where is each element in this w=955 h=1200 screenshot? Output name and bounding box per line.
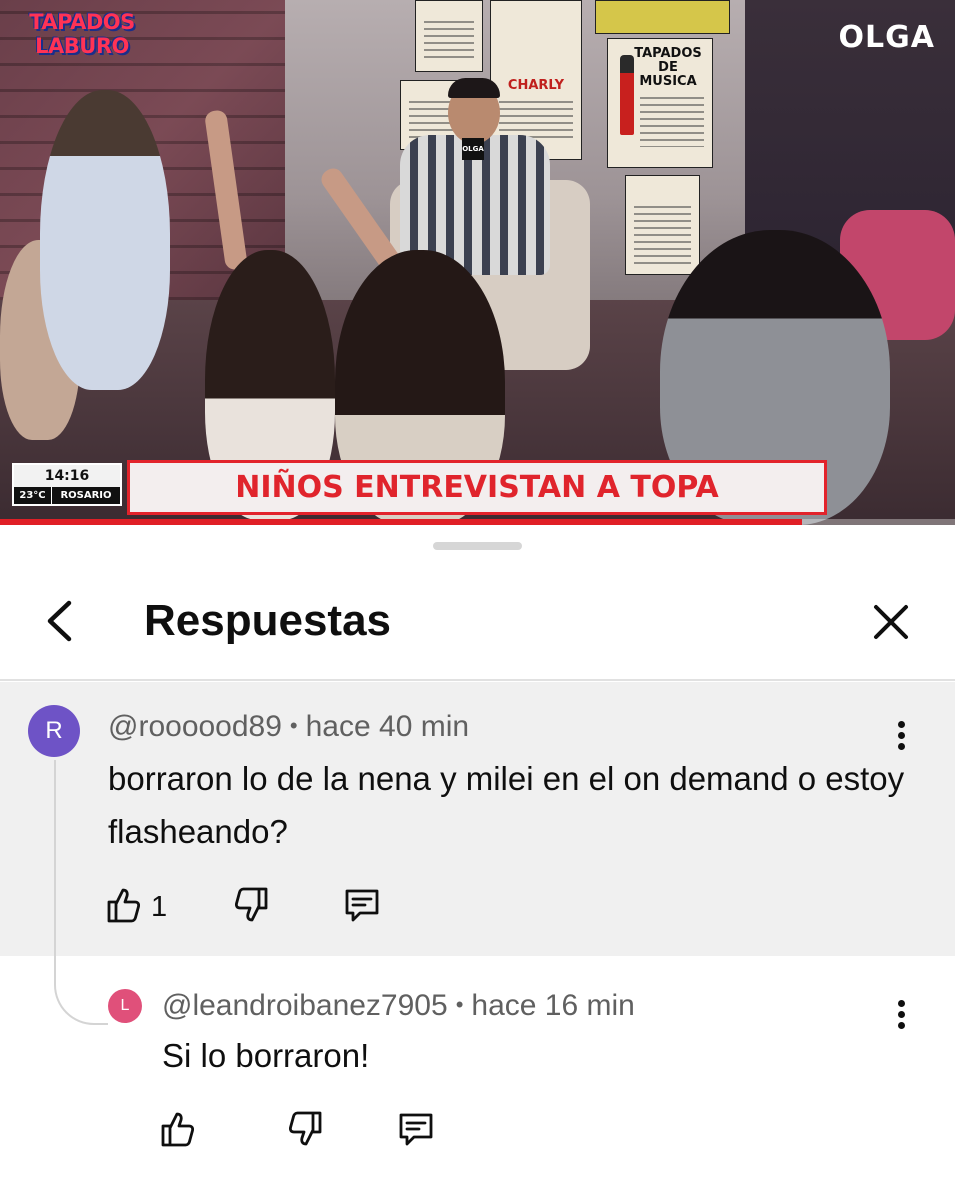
reply-author[interactable]: @leandroibanez7905 bbox=[162, 989, 448, 1022]
poster bbox=[625, 175, 700, 275]
sheet-title: Respuestas bbox=[144, 596, 392, 645]
reply-text: Si lo borraron! bbox=[162, 1037, 370, 1074]
like-button[interactable] bbox=[106, 885, 142, 930]
avatar[interactable]: R bbox=[28, 705, 80, 757]
replies-sheet: Respuestas R @roooood89 • hace 40 min borr… bbox=[0, 525, 955, 1200]
avatar[interactable]: L bbox=[108, 989, 142, 1023]
reply-button[interactable] bbox=[342, 885, 382, 930]
video-player[interactable]: CHARLY TAPADOS DE MUSICA OLGA TAPADOS LA… bbox=[0, 0, 955, 525]
like-count: 1 bbox=[151, 891, 168, 923]
comment-bubble-icon bbox=[345, 889, 379, 922]
reply-time: hace 16 min bbox=[471, 989, 635, 1022]
comment-actions: 1 bbox=[106, 885, 406, 929]
poster bbox=[415, 0, 483, 72]
hot-sauce-bottle bbox=[620, 55, 634, 135]
clock-widget: 14:16 23°C ROSARIO bbox=[12, 463, 122, 506]
chevron-left-icon bbox=[47, 600, 72, 642]
comment-time: hace 40 min bbox=[305, 710, 470, 743]
show-logo: TAPADOS LABURO bbox=[29, 10, 135, 58]
close-button[interactable] bbox=[866, 597, 916, 647]
host-hair bbox=[448, 78, 500, 98]
back-button[interactable] bbox=[36, 595, 86, 647]
channel-logo: OLGA bbox=[838, 20, 935, 55]
dislike-button[interactable] bbox=[233, 885, 269, 930]
sheet-header: Respuestas bbox=[0, 585, 955, 680]
city: ROSARIO bbox=[60, 490, 112, 501]
drag-handle[interactable] bbox=[433, 542, 522, 550]
dislike-button[interactable] bbox=[287, 1109, 323, 1154]
comment-text: borraron lo de la nena y milei en el on … bbox=[108, 760, 905, 850]
thumbs-down-icon bbox=[234, 887, 268, 922]
reply-actions bbox=[160, 1109, 460, 1153]
header-divider bbox=[0, 679, 955, 681]
like-button[interactable] bbox=[160, 1109, 196, 1154]
thumbs-up-icon bbox=[107, 888, 141, 923]
thumbs-down-icon bbox=[288, 1111, 322, 1146]
child bbox=[40, 90, 170, 390]
more-vert-icon bbox=[891, 1000, 911, 1029]
temperature: 23°C bbox=[14, 487, 52, 504]
more-options-button[interactable] bbox=[891, 997, 911, 1037]
video-headline: NIÑOS ENTREVISTAN A TOPA bbox=[127, 460, 827, 515]
microphone: OLGA bbox=[462, 138, 484, 160]
reply-meta: @leandroibanez7905 • hace 16 min bbox=[162, 989, 635, 1022]
reply-comment: L @leandroibanez7905 • hace 16 min Si lo b… bbox=[0, 985, 955, 1200]
close-icon bbox=[874, 605, 908, 639]
comment-meta: @roooood89 • hace 40 min bbox=[108, 710, 470, 743]
comment-bubble-icon bbox=[399, 1113, 433, 1146]
clock-time: 14:16 bbox=[14, 465, 120, 487]
comment-author[interactable]: @roooood89 bbox=[108, 710, 282, 743]
thumbs-up-icon bbox=[161, 1112, 195, 1147]
poster bbox=[595, 0, 730, 34]
more-vert-icon bbox=[891, 721, 911, 750]
parent-comment: R @roooood89 • hace 40 min borraron lo de … bbox=[0, 682, 955, 956]
reply-button[interactable] bbox=[396, 1109, 436, 1154]
